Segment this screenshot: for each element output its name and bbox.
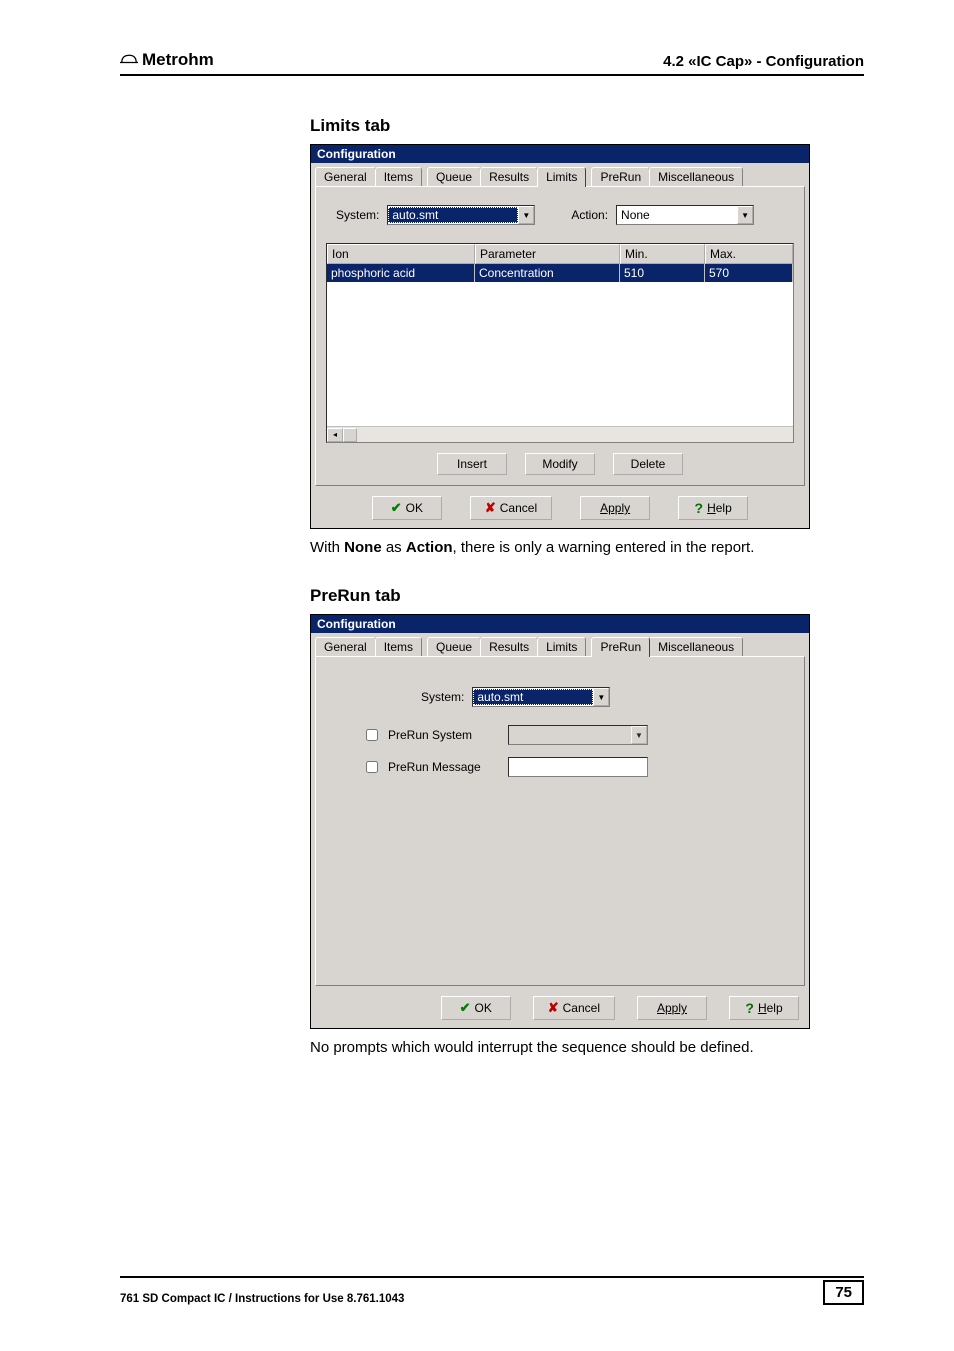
- apply-button[interactable]: Apply: [637, 996, 707, 1020]
- cell-parameter: Concentration: [475, 264, 620, 282]
- system-input[interactable]: [388, 207, 518, 223]
- tabstrip: General Items Queue Results Limits PreRu…: [311, 163, 809, 186]
- prerun-message-label: PreRun Message: [388, 760, 498, 774]
- prerun-system-checkbox[interactable]: [366, 729, 378, 741]
- breadcrumb: 4.2 «IC Cap» - Configuration: [663, 53, 864, 70]
- chevron-down-icon[interactable]: ▼: [737, 206, 753, 224]
- x-icon: ✘: [485, 500, 496, 516]
- prerun-caption: No prompts which would interrupt the seq…: [310, 1037, 864, 1058]
- table-row[interactable]: phosphoric acid Concentration 510 570: [327, 264, 793, 282]
- apply-button[interactable]: Apply: [580, 496, 650, 520]
- tab-general[interactable]: General: [315, 637, 376, 656]
- help-label: Help: [707, 501, 732, 515]
- tab-items[interactable]: Items: [375, 167, 422, 186]
- check-icon: ✔: [391, 500, 402, 516]
- insert-button[interactable]: Insert: [437, 453, 507, 475]
- x-icon: ✘: [548, 1000, 559, 1016]
- limits-caption: With None as Action, there is only a war…: [310, 537, 864, 558]
- limits-dialog: Configuration General Items Queue Result…: [310, 144, 810, 529]
- tab-miscellaneous[interactable]: Miscellaneous: [649, 167, 743, 186]
- tab-limits[interactable]: Limits: [537, 167, 586, 187]
- cancel-label: Cancel: [563, 1001, 600, 1015]
- tab-general[interactable]: General: [315, 167, 376, 186]
- prerun-tab-heading: PreRun tab: [310, 586, 864, 606]
- tab-results[interactable]: Results: [480, 167, 538, 186]
- tab-items[interactable]: Items: [375, 637, 422, 656]
- cancel-button[interactable]: ✘ Cancel: [470, 496, 552, 520]
- horizontal-scrollbar[interactable]: ◂: [327, 426, 793, 442]
- table-empty-area: [327, 282, 793, 426]
- col-min[interactable]: Min.: [620, 244, 705, 264]
- ok-label: OK: [406, 501, 423, 515]
- limits-table: Ion Parameter Min. Max. phosphoric acid …: [326, 243, 794, 443]
- table-header: Ion Parameter Min. Max.: [327, 244, 793, 264]
- tab-miscellaneous[interactable]: Miscellaneous: [649, 637, 743, 656]
- chevron-down-icon[interactable]: ▼: [631, 726, 647, 744]
- prerun-message-input[interactable]: [508, 757, 648, 777]
- dialog-title: Configuration: [311, 145, 809, 163]
- prerun-tab-body: System: ▼ PreRun System ▼ P: [315, 656, 805, 986]
- tab-prerun[interactable]: PreRun: [591, 637, 650, 657]
- scroll-thumb[interactable]: [343, 428, 357, 442]
- system-combo[interactable]: ▼: [472, 687, 610, 707]
- check-icon: ✔: [460, 1000, 471, 1016]
- tab-queue[interactable]: Queue: [427, 637, 481, 656]
- brand-logo-icon: [120, 51, 138, 65]
- ok-label: OK: [475, 1001, 492, 1015]
- tab-prerun[interactable]: PreRun: [591, 167, 650, 186]
- action-label: Action:: [571, 208, 608, 222]
- page-footer: 761 SD Compact IC / Instructions for Use…: [120, 1276, 864, 1305]
- limits-tab-body: System: ▼ Action: ▼ Ion Paramet: [315, 186, 805, 486]
- modify-button[interactable]: Modify: [525, 453, 595, 475]
- system-input[interactable]: [473, 689, 593, 705]
- prerun-dialog: Configuration General Items Queue Result…: [310, 614, 810, 1029]
- action-combo[interactable]: ▼: [616, 205, 754, 225]
- prerun-system-label: PreRun System: [388, 728, 498, 742]
- limits-tab-heading: Limits tab: [310, 116, 864, 136]
- delete-button[interactable]: Delete: [613, 453, 683, 475]
- cancel-label: Cancel: [500, 501, 537, 515]
- brand-text: Metrohm: [142, 50, 214, 70]
- col-ion[interactable]: Ion: [327, 244, 475, 264]
- system-label: System:: [421, 690, 464, 704]
- page-number: 75: [823, 1280, 864, 1305]
- help-button[interactable]: ? Help: [729, 996, 799, 1020]
- cell-max: 570: [705, 264, 793, 282]
- brand: Metrohm: [120, 50, 214, 70]
- question-icon: ?: [745, 1000, 754, 1016]
- system-label: System:: [336, 208, 379, 222]
- col-max[interactable]: Max.: [705, 244, 793, 264]
- help-button[interactable]: ?Help: [678, 496, 748, 520]
- tab-results[interactable]: Results: [480, 637, 538, 656]
- footer-text: 761 SD Compact IC / Instructions for Use…: [120, 1293, 404, 1305]
- ok-button[interactable]: ✔ OK: [372, 496, 442, 520]
- prerun-system-combo[interactable]: ▼: [508, 725, 648, 745]
- tabstrip: General Items Queue Results Limits PreRu…: [311, 633, 809, 656]
- col-parameter[interactable]: Parameter: [475, 244, 620, 264]
- scroll-left-icon[interactable]: ◂: [327, 428, 343, 442]
- cell-min: 510: [620, 264, 705, 282]
- help-label: Help: [758, 1001, 783, 1015]
- tab-limits[interactable]: Limits: [537, 637, 586, 656]
- apply-label: Apply: [600, 501, 630, 515]
- chevron-down-icon[interactable]: ▼: [518, 206, 534, 224]
- dialog-title: Configuration: [311, 615, 809, 633]
- cell-ion: phosphoric acid: [327, 264, 475, 282]
- cancel-button[interactable]: ✘ Cancel: [533, 996, 615, 1020]
- question-icon: ?: [695, 500, 704, 516]
- apply-label: Apply: [657, 1001, 687, 1015]
- chevron-down-icon[interactable]: ▼: [593, 688, 609, 706]
- system-combo[interactable]: ▼: [387, 205, 535, 225]
- tab-queue[interactable]: Queue: [427, 167, 481, 186]
- ok-button[interactable]: ✔ OK: [441, 996, 511, 1020]
- prerun-message-checkbox[interactable]: [366, 761, 378, 773]
- page-header: Metrohm 4.2 «IC Cap» - Configuration: [120, 50, 864, 76]
- action-input[interactable]: [617, 207, 737, 223]
